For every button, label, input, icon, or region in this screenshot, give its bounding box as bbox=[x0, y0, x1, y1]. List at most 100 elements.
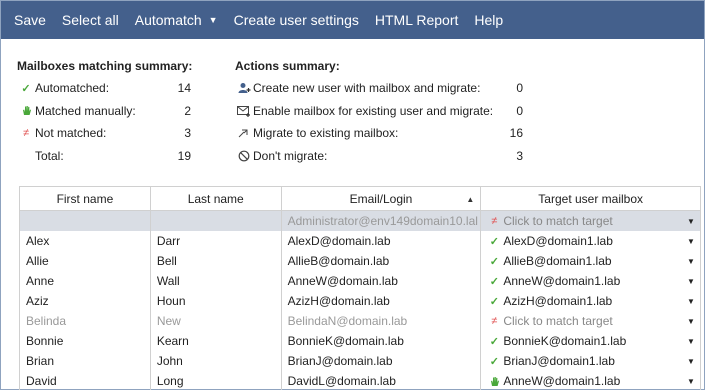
first-name-cell: Anne bbox=[20, 271, 151, 291]
column-header-email-label: Email/Login bbox=[349, 192, 413, 206]
check-icon: ✓ bbox=[489, 295, 499, 308]
last-name-cell: Darr bbox=[151, 231, 282, 251]
chevron-down-icon[interactable]: ▼ bbox=[682, 237, 700, 246]
matching-summary-title: Mailboxes matching summary: bbox=[17, 59, 193, 73]
target-mailbox-dropdown[interactable]: ✓ BonnieK@domain1.lab ▼ bbox=[481, 331, 701, 351]
target-mailbox-dropdown[interactable]: ✓ AnneW@domain1.lab ▼ bbox=[481, 271, 701, 291]
last-name-cell: Kearn bbox=[151, 331, 282, 351]
action-value: 16 bbox=[509, 126, 523, 141]
last-name-cell: Bell bbox=[151, 251, 282, 271]
matching-label: Matched manually: bbox=[35, 103, 136, 118]
last-name-cell: New bbox=[151, 311, 282, 331]
grid-body: Administrator@env149domain10.lal ≠ Click t… bbox=[20, 211, 701, 390]
matching-label: Automatched: bbox=[35, 81, 110, 96]
email-cell: DavidL@domain.lab bbox=[282, 371, 482, 390]
chevron-down-icon[interactable]: ▼ bbox=[682, 337, 700, 346]
first-name-cell: Brian bbox=[20, 351, 151, 371]
mailbox-grid: First name Last name Email/Login ▲ Targe… bbox=[19, 186, 701, 390]
check-icon: ✓ bbox=[489, 235, 499, 248]
check-icon: ✓ bbox=[489, 275, 499, 288]
matching-summary-row: Matched manually: 2 bbox=[17, 100, 197, 123]
not-equal-icon: ≠ bbox=[22, 127, 30, 140]
hand-icon bbox=[17, 105, 35, 116]
matching-summary-row: ≠ Not matched: 3 bbox=[17, 122, 197, 145]
actions-summary-row: Don't migrate: 3 bbox=[235, 145, 527, 168]
table-row[interactable]: Bonnie Kearn BonnieK@domain.lab ✓ BonnieK@do… bbox=[20, 331, 701, 351]
actions-summary-title: Actions summary: bbox=[235, 59, 340, 73]
chevron-down-icon[interactable]: ▼ bbox=[682, 357, 700, 366]
target-mailbox-value: AnneW@domain1.lab bbox=[503, 374, 621, 388]
create-user-settings-button[interactable]: Create user settings bbox=[226, 1, 367, 39]
table-row[interactable]: Anne Wall AnneW@domain.lab ✓ AnneW@domain1.l… bbox=[20, 271, 701, 291]
chevron-down-icon[interactable]: ▼ bbox=[682, 257, 700, 266]
matching-summary-row: Total: 19 bbox=[17, 145, 197, 168]
table-row[interactable]: Administrator@env149domain10.lal ≠ Click t… bbox=[20, 211, 701, 231]
matching-value: 3 bbox=[184, 126, 191, 141]
table-row[interactable]: Alex Darr AlexD@domain.lab ✓ AlexD@domain1.l… bbox=[20, 231, 701, 251]
table-row[interactable]: Aziz Houn AzizH@domain.lab ✓ AzizH@domain1.l… bbox=[20, 291, 701, 311]
target-mailbox-dropdown[interactable]: ≠ Click to match target ▼ bbox=[481, 311, 701, 331]
action-label: Migrate to existing mailbox: bbox=[253, 126, 399, 141]
target-mailbox-value: Click to match target bbox=[503, 314, 613, 328]
automatch-dropdown[interactable]: Automatch ▼ bbox=[127, 1, 226, 39]
email-cell: AllieB@domain.lab bbox=[282, 251, 482, 271]
action-label: Enable mailbox for existing user and mig… bbox=[253, 103, 494, 118]
matching-summary-row: ✓ Automatched: 14 bbox=[17, 77, 197, 100]
target-mailbox-dropdown[interactable]: AnneW@domain1.lab ▼ bbox=[481, 371, 701, 390]
email-cell: AlexD@domain.lab bbox=[282, 231, 482, 251]
chevron-down-icon[interactable]: ▼ bbox=[682, 217, 700, 226]
target-mailbox-value: Click to match target bbox=[503, 214, 613, 228]
last-name-cell: Houn bbox=[151, 291, 282, 311]
select-all-button[interactable]: Select all bbox=[54, 1, 127, 39]
check-icon: ✓ bbox=[489, 255, 499, 268]
table-row[interactable]: Allie Bell AllieB@domain.lab ✓ AllieB@domain… bbox=[20, 251, 701, 271]
actions-summary-row: Enable mailbox for existing user and mig… bbox=[235, 100, 527, 123]
target-mailbox-value: AllieB@domain1.lab bbox=[503, 254, 612, 268]
add-user-icon bbox=[235, 82, 253, 94]
email-cell: Administrator@env149domain10.lal bbox=[282, 211, 482, 231]
target-mailbox-dropdown[interactable]: ✓ BrianJ@domain1.lab ▼ bbox=[481, 351, 701, 371]
help-button[interactable]: Help bbox=[466, 1, 511, 39]
target-mailbox-value: BrianJ@domain1.lab bbox=[503, 354, 615, 368]
target-mailbox-value: AnneW@domain1.lab bbox=[503, 274, 621, 288]
save-button[interactable]: Save bbox=[6, 1, 54, 39]
matching-label: Not matched: bbox=[35, 126, 107, 141]
target-mailbox-dropdown[interactable]: ✓ AllieB@domain1.lab ▼ bbox=[481, 251, 701, 271]
matching-summary: Mailboxes matching summary: ✓ Automatche… bbox=[17, 59, 197, 167]
table-row[interactable]: Brian John BrianJ@domain.lab ✓ BrianJ@domain… bbox=[20, 351, 701, 371]
chevron-down-icon[interactable]: ▼ bbox=[682, 277, 700, 286]
html-report-button[interactable]: HTML Report bbox=[367, 1, 467, 39]
action-label: Create new user with mailbox and migrate… bbox=[253, 81, 481, 96]
email-cell: BonnieK@domain.lab bbox=[282, 331, 482, 351]
target-mailbox-dropdown[interactable]: ≠ Click to match target ▼ bbox=[481, 211, 701, 231]
table-row[interactable]: Belinda New BelindaN@domain.lab ≠ Click to m… bbox=[20, 311, 701, 331]
actions-summary-row: Migrate to existing mailbox: 16 bbox=[235, 122, 527, 145]
target-mailbox-value: BonnieK@domain1.lab bbox=[503, 334, 627, 348]
first-name-cell: Allie bbox=[20, 251, 151, 271]
target-mailbox-dropdown[interactable]: ✓ AzizH@domain1.lab ▼ bbox=[481, 291, 701, 311]
first-name-cell: Alex bbox=[20, 231, 151, 251]
target-mailbox-dropdown[interactable]: ✓ AlexD@domain1.lab ▼ bbox=[481, 231, 701, 251]
column-header-email[interactable]: Email/Login ▲ bbox=[282, 187, 482, 211]
chevron-down-icon[interactable]: ▼ bbox=[682, 297, 700, 306]
toolbar: Save Select all Automatch ▼ Create user … bbox=[1, 1, 704, 39]
column-header-last-name[interactable]: Last name bbox=[151, 187, 282, 211]
hand-icon bbox=[485, 376, 503, 387]
first-name-cell bbox=[20, 211, 151, 231]
chevron-down-icon[interactable]: ▼ bbox=[682, 317, 700, 326]
last-name-cell: John bbox=[151, 351, 282, 371]
check-icon: ✓ bbox=[489, 335, 499, 348]
last-name-cell: Wall bbox=[151, 271, 282, 291]
column-header-target-mailbox[interactable]: Target user mailbox bbox=[481, 187, 701, 211]
first-name-cell: David bbox=[20, 371, 151, 390]
last-name-cell: Long bbox=[151, 371, 282, 390]
grid-header: First name Last name Email/Login ▲ Targe… bbox=[20, 187, 701, 211]
check-icon: ✓ bbox=[489, 355, 499, 368]
chevron-down-icon[interactable]: ▼ bbox=[682, 377, 700, 386]
table-row[interactable]: David Long DavidL@domain.lab AnneW@domain1.… bbox=[20, 371, 701, 390]
summary-panel: Mailboxes matching summary: ✓ Automatche… bbox=[17, 59, 697, 169]
first-name-cell: Aziz bbox=[20, 291, 151, 311]
not-equal-icon: ≠ bbox=[491, 315, 498, 327]
email-cell: AnneW@domain.lab bbox=[282, 271, 482, 291]
column-header-first-name[interactable]: First name bbox=[20, 187, 151, 211]
